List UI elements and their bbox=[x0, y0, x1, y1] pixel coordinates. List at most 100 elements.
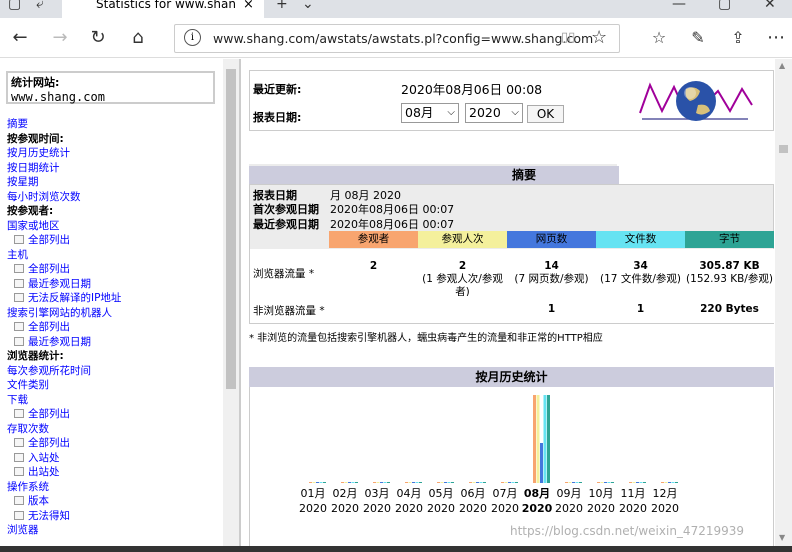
menu-item-label[interactable]: 每小时浏览次数 bbox=[7, 191, 81, 203]
back-icon[interactable]: ← bbox=[8, 26, 32, 50]
menu-item-label[interactable]: 按星期 bbox=[7, 176, 39, 188]
forward-icon[interactable]: → bbox=[48, 26, 72, 50]
menu-item-label[interactable]: 最近参观日期 bbox=[28, 336, 91, 348]
month-label: 08月 2020 bbox=[521, 486, 553, 516]
menu-item[interactable]: 最近参观日期 bbox=[7, 335, 227, 350]
menu-item[interactable]: 搜索引擎网站的机器人 bbox=[7, 306, 227, 321]
tab-dropdown-icon[interactable]: ⌄ bbox=[302, 0, 314, 12]
menu-item-label[interactable]: 全部列出 bbox=[28, 437, 70, 449]
menu-item[interactable]: 全部列出 bbox=[7, 407, 227, 422]
url-text[interactable]: www.shang.com/awstats/awstats.pl?config=… bbox=[213, 31, 593, 46]
menu-item-label[interactable]: 摘要 bbox=[7, 118, 28, 130]
right-scrollbar-thumb[interactable] bbox=[779, 145, 788, 153]
favorites-icon[interactable]: ☆ bbox=[647, 26, 671, 50]
menu-item-label[interactable]: 无法得知 bbox=[28, 510, 70, 522]
menu-item-label[interactable]: 版本 bbox=[28, 495, 49, 507]
home-icon[interactable]: ⌂ bbox=[126, 26, 150, 50]
refresh-icon[interactable]: ↻ bbox=[86, 26, 110, 50]
month-bar bbox=[351, 482, 355, 483]
tab-actions-icon[interactable]: ▢ bbox=[8, 0, 21, 12]
scroll-down-icon[interactable]: ▼ bbox=[779, 533, 785, 542]
menu-item-label[interactable]: 按月历史统计 bbox=[7, 147, 70, 159]
main-content-frame: 最近更新: 2020年08月06日 00:08 报表日期: 08月 ⌵ 2020 ⌵… bbox=[241, 59, 792, 546]
menu-item-label[interactable]: 按日期统计 bbox=[7, 162, 60, 174]
month-name: 09月 bbox=[556, 487, 582, 500]
month-year: 2020 bbox=[459, 502, 487, 515]
back-to-tabs-icon[interactable]: ⤶ bbox=[36, 0, 44, 12]
menu-item[interactable]: 无法反解译的IP地址 bbox=[7, 291, 227, 306]
menu-item-label[interactable]: 操作系统 bbox=[7, 481, 49, 493]
close-window-icon[interactable]: ✕ bbox=[764, 0, 776, 12]
awstats-logo-icon bbox=[639, 81, 753, 121]
menu-item[interactable]: 全部列出 bbox=[7, 262, 227, 277]
menu-item[interactable]: 按星期 bbox=[7, 175, 227, 190]
month-select[interactable]: 08月 ⌵ bbox=[401, 103, 459, 123]
menu-item[interactable]: 最近参观日期 bbox=[7, 277, 227, 292]
month-label: 03月 2020 bbox=[361, 486, 393, 516]
month-bar bbox=[540, 443, 543, 483]
menu-item[interactable]: 入站处 bbox=[7, 451, 227, 466]
menu-item-label[interactable]: 全部列出 bbox=[28, 408, 70, 420]
menu-item-label[interactable]: 浏览器 bbox=[7, 524, 39, 536]
menu-item[interactable]: 全部列出 bbox=[7, 436, 227, 451]
menu-item[interactable]: 国家或地区 bbox=[7, 219, 227, 234]
pen-icon[interactable]: ✎ bbox=[686, 26, 710, 50]
menu-item-label[interactable]: 搜索引擎网站的机器人 bbox=[7, 307, 112, 319]
menu-item-label[interactable]: 出站处 bbox=[28, 466, 60, 478]
tab-close-icon[interactable]: × bbox=[243, 0, 254, 12]
menu-item[interactable]: 出站处 bbox=[7, 465, 227, 480]
menu-item[interactable]: 每小时浏览次数 bbox=[7, 190, 227, 205]
site-info-icon[interactable]: i bbox=[184, 29, 201, 46]
month-label: 04月 2020 bbox=[393, 486, 425, 516]
menu-item[interactable]: 存取次数 bbox=[7, 422, 227, 437]
menu-item-label[interactable]: 文件类别 bbox=[7, 379, 49, 391]
menu-item[interactable]: 下载 bbox=[7, 393, 227, 408]
menu-item-label[interactable]: 全部列出 bbox=[28, 234, 70, 246]
submenu-icon bbox=[14, 496, 24, 505]
menu-item-label[interactable]: 主机 bbox=[7, 249, 28, 261]
share-icon[interactable]: ⇪ bbox=[726, 26, 750, 50]
reading-view-icon[interactable]: ▯▯ bbox=[561, 30, 575, 45]
menu-item[interactable]: 摘要 bbox=[7, 117, 227, 132]
maximize-icon[interactable]: ▢ bbox=[718, 0, 731, 12]
month-bar bbox=[611, 482, 614, 483]
month-label: 11月 2020 bbox=[617, 486, 649, 516]
menu-item[interactable]: 无法得知 bbox=[7, 509, 227, 524]
menu-item[interactable]: 操作系统 bbox=[7, 480, 227, 495]
summary-title-spacer bbox=[249, 166, 429, 184]
menu-item[interactable]: 按日期统计 bbox=[7, 161, 227, 176]
minimize-icon[interactable]: — bbox=[672, 0, 686, 12]
menu-item[interactable]: 浏览器 bbox=[7, 523, 227, 538]
menu-item[interactable]: 版本 bbox=[7, 494, 227, 509]
menu-item-label[interactable]: 全部列出 bbox=[28, 263, 70, 275]
menu-item-label[interactable]: 入站处 bbox=[28, 452, 60, 464]
menu-item-label[interactable]: 国家或地区 bbox=[7, 220, 60, 232]
new-tab-button[interactable]: + bbox=[276, 0, 288, 12]
left-scrollbar[interactable] bbox=[223, 59, 239, 546]
menu-item[interactable]: 全部列出 bbox=[7, 233, 227, 248]
left-scrollbar-thumb[interactable] bbox=[226, 69, 236, 389]
menu-item[interactable]: 全部列出 bbox=[7, 320, 227, 335]
month-bar bbox=[355, 482, 358, 483]
menu-item-label[interactable]: 无法反解译的IP地址 bbox=[28, 292, 121, 304]
more-menu-icon[interactable]: ⋯ bbox=[764, 26, 788, 50]
submenu-icon bbox=[14, 235, 24, 244]
address-bar[interactable]: i www.shang.com/awstats/awstats.pl?confi… bbox=[174, 24, 620, 53]
menu-item[interactable]: 主机 bbox=[7, 248, 227, 263]
year-select[interactable]: 2020 ⌵ bbox=[465, 103, 523, 123]
ok-button[interactable]: OK bbox=[527, 105, 564, 123]
menu-item-label[interactable]: 每次参观所花时间 bbox=[7, 365, 91, 377]
scroll-up-icon[interactable]: ▲ bbox=[779, 61, 785, 70]
right-scrollbar[interactable]: ▲ ▼ bbox=[775, 59, 792, 546]
active-tab[interactable]: Statistics for www.shang × bbox=[62, 0, 264, 18]
favorite-star-icon[interactable]: ☆ bbox=[591, 27, 607, 48]
menu-item[interactable]: 按月历史统计 bbox=[7, 146, 227, 161]
menu-item-label[interactable]: 最近参观日期 bbox=[28, 278, 91, 290]
menu-item-label[interactable]: 下载 bbox=[7, 394, 28, 406]
menu-item[interactable]: 文件类别 bbox=[7, 378, 227, 393]
month-bar bbox=[675, 482, 678, 483]
menu-item[interactable]: 每次参观所花时间 bbox=[7, 364, 227, 379]
non-browser-row-label: 非浏览器流量 * bbox=[253, 305, 325, 317]
menu-item-label[interactable]: 存取次数 bbox=[7, 423, 49, 435]
menu-item-label[interactable]: 全部列出 bbox=[28, 321, 70, 333]
